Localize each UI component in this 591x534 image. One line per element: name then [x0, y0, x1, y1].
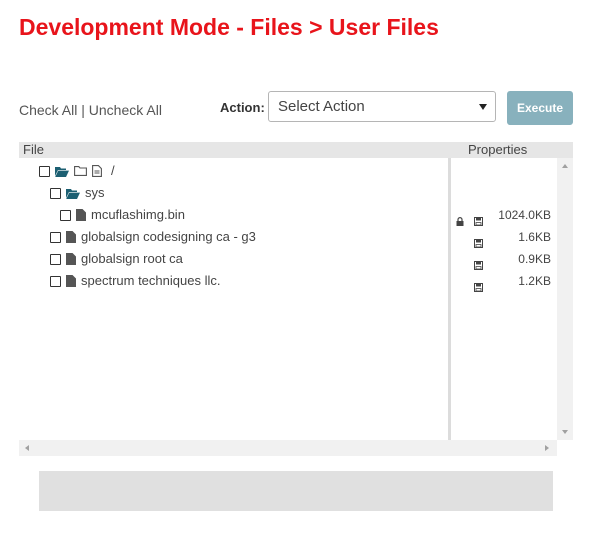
- footer-bar: [39, 471, 553, 511]
- file-icon: [66, 231, 76, 243]
- tree-item-label[interactable]: /: [111, 160, 115, 182]
- check-links: Check All | Uncheck All: [19, 102, 162, 118]
- tree-row-root[interactable]: /: [39, 160, 115, 182]
- tree-row-file[interactable]: mcuflashimg.bin: [60, 204, 185, 226]
- file-size: 0.9KB: [518, 252, 551, 266]
- folder-icon[interactable]: [74, 166, 87, 176]
- tree-row-file[interactable]: globalsign codesigning ca - g3: [50, 226, 256, 248]
- action-label: Action:: [220, 100, 265, 115]
- folder-open-icon[interactable]: [55, 166, 69, 177]
- file-browser-panel: File Properties / sys mcuflashimg.bin gl…: [19, 142, 573, 458]
- properties-row: 1024.0KB: [451, 204, 551, 226]
- save-icon[interactable]: [474, 277, 483, 299]
- file-checkbox[interactable]: [50, 231, 61, 243]
- tree-item-label[interactable]: mcuflashimg.bin: [91, 204, 185, 226]
- tree-row-file[interactable]: globalsign root ca: [50, 248, 183, 270]
- root-checkbox[interactable]: [39, 165, 50, 177]
- link-separator: |: [77, 102, 89, 118]
- folder-checkbox[interactable]: [50, 187, 61, 199]
- file-size: 1024.0KB: [498, 208, 551, 222]
- vertical-scrollbar[interactable]: [557, 158, 573, 440]
- scroll-up-icon[interactable]: [562, 164, 568, 168]
- file-icon: [76, 209, 86, 221]
- tree-item-label[interactable]: globalsign codesigning ca - g3: [81, 226, 256, 248]
- properties-row: 1.2KB: [451, 270, 551, 292]
- horizontal-scrollbar[interactable]: [19, 440, 557, 456]
- file-size: 1.2KB: [518, 274, 551, 288]
- file-checkbox[interactable]: [50, 275, 61, 287]
- tree-item-label[interactable]: spectrum techniques llc.: [81, 270, 220, 292]
- tree-row-file[interactable]: spectrum techniques llc.: [50, 270, 220, 292]
- header-properties: Properties: [468, 142, 528, 157]
- file-size: 1.6KB: [518, 230, 551, 244]
- file-icon: [66, 275, 76, 287]
- tree-row-folder[interactable]: sys: [50, 182, 105, 204]
- properties-row: 1.6KB: [451, 226, 551, 248]
- check-all-link[interactable]: Check All: [19, 102, 77, 118]
- chevron-down-icon: [479, 104, 487, 110]
- scroll-down-icon[interactable]: [562, 430, 568, 434]
- page-title: Development Mode - Files > User Files: [19, 14, 439, 40]
- action-select-value: Select Action: [278, 98, 365, 115]
- properties-column: 1024.0KB 1.6KB 0.9KB 1.2KB: [451, 158, 557, 440]
- folder-open-icon[interactable]: [66, 188, 80, 199]
- uncheck-all-link[interactable]: Uncheck All: [89, 102, 162, 118]
- action-select[interactable]: Select Action: [268, 91, 496, 122]
- file-table-header: File Properties: [19, 142, 573, 158]
- file-icon: [66, 253, 76, 265]
- file-icon[interactable]: [92, 165, 102, 177]
- file-checkbox[interactable]: [60, 209, 71, 221]
- header-file: File: [23, 142, 44, 157]
- execute-button[interactable]: Execute: [507, 91, 573, 125]
- tree-item-label[interactable]: sys: [85, 182, 105, 204]
- properties-row: 0.9KB: [451, 248, 551, 270]
- scroll-left-icon[interactable]: [25, 445, 29, 451]
- file-tree: / sys mcuflashimg.bin globalsign codesig…: [19, 158, 448, 440]
- tree-item-label[interactable]: globalsign root ca: [81, 248, 183, 270]
- scroll-right-icon[interactable]: [545, 445, 549, 451]
- file-checkbox[interactable]: [50, 253, 61, 265]
